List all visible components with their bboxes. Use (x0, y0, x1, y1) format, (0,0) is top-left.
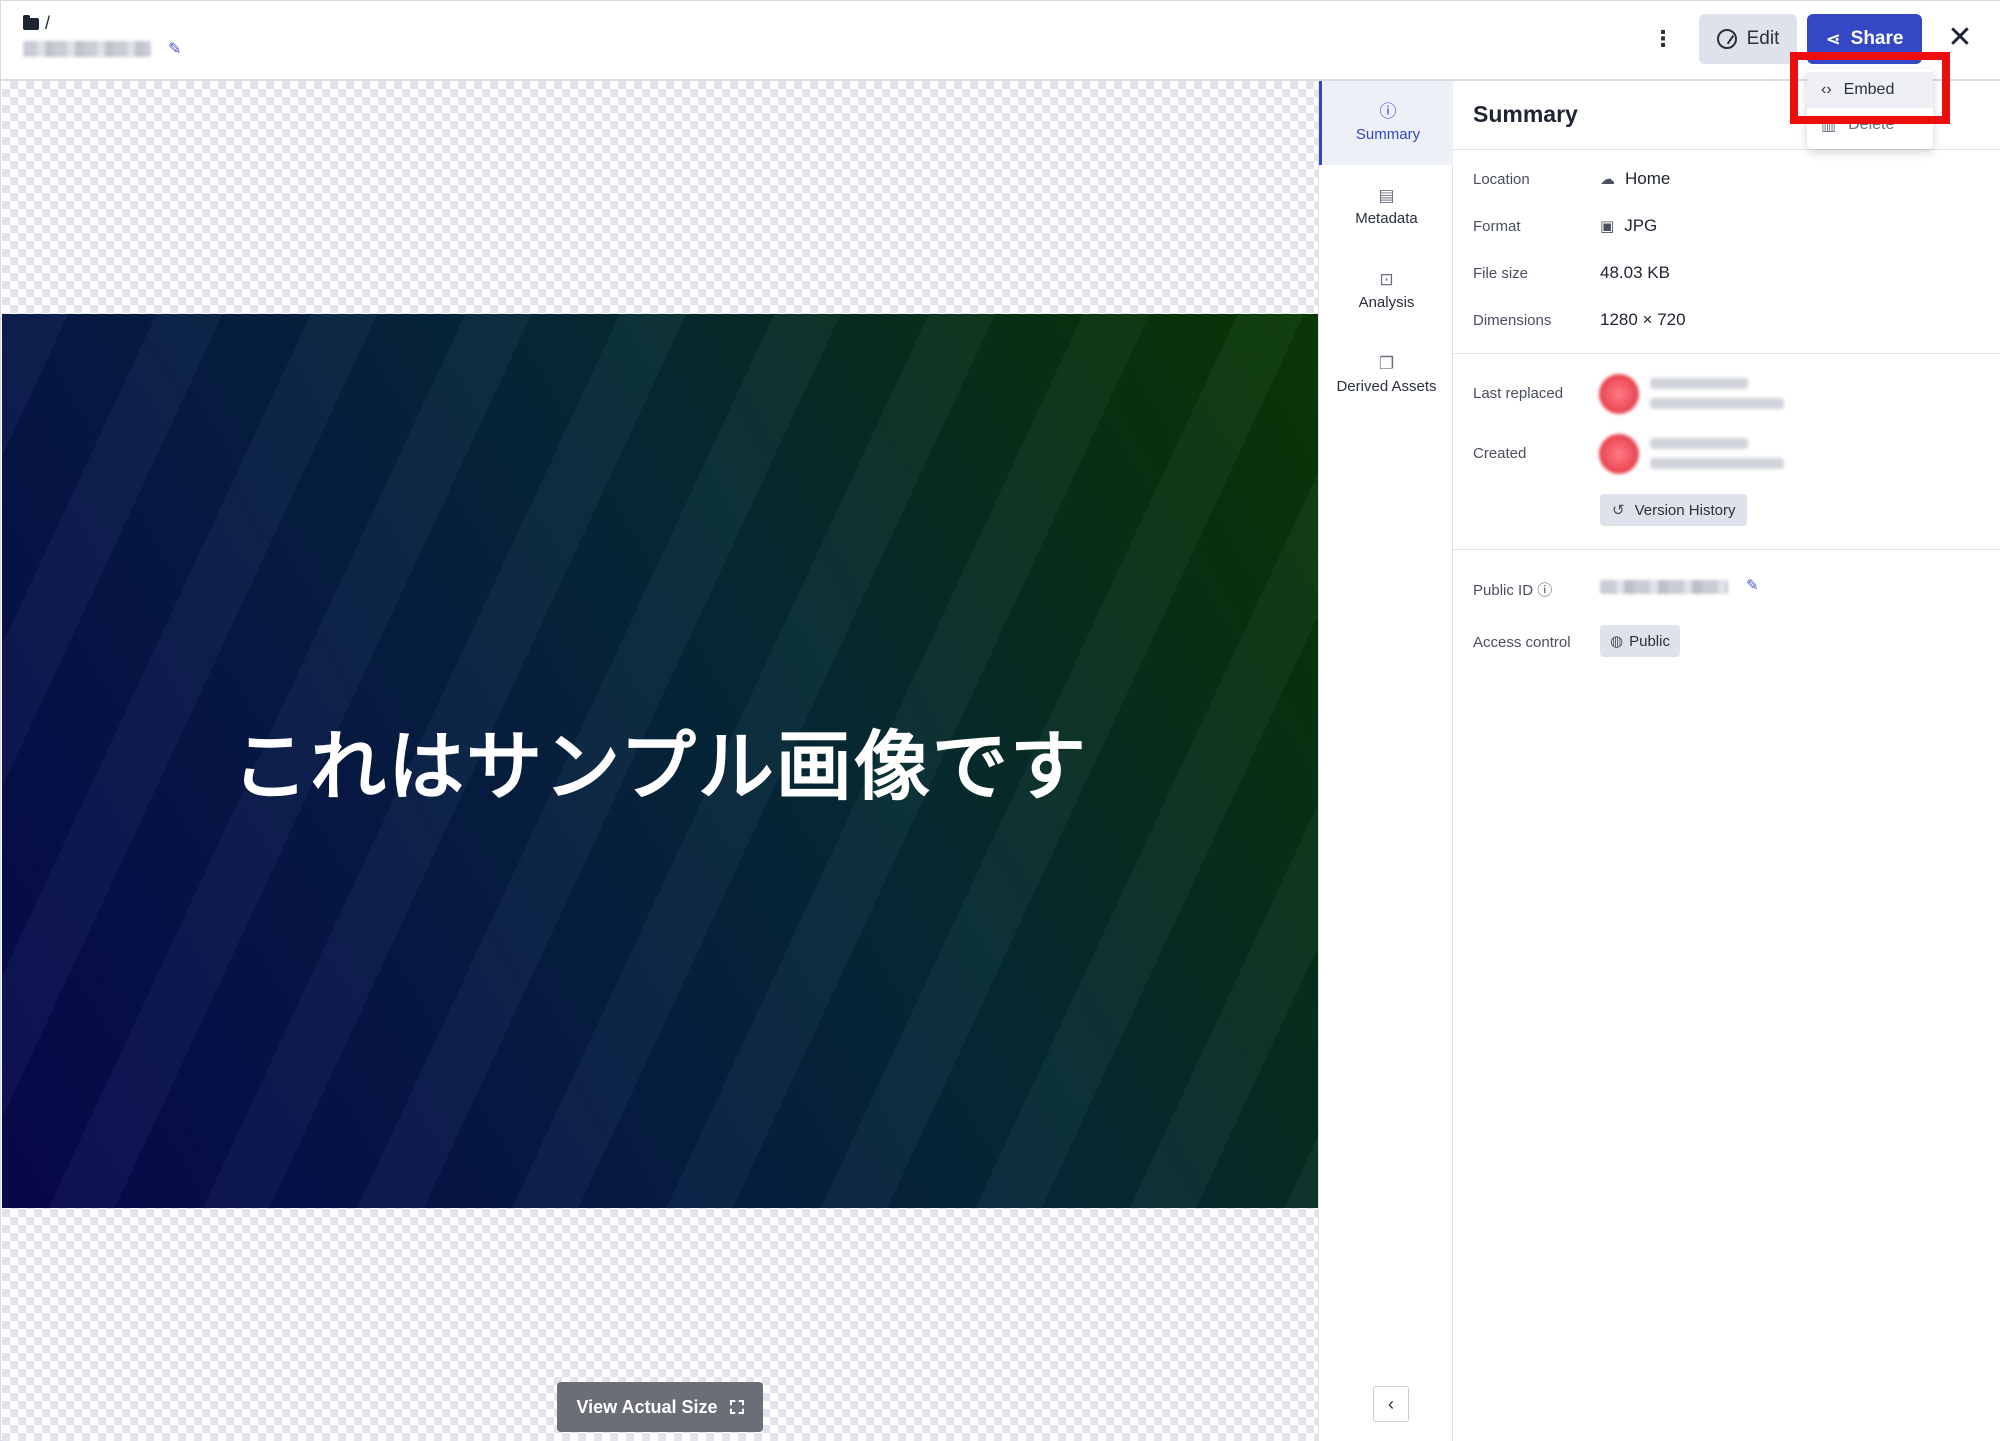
divider (1453, 353, 2000, 354)
image-file-icon: ▣ (1600, 218, 1615, 235)
last-replaced-label: Last replaced (1473, 385, 1564, 402)
close-icon: ✕ (1947, 20, 1973, 54)
preview-area: これはサンプル画像です View Actual Size (2, 81, 1318, 1441)
format-label: Format (1473, 218, 1521, 235)
asset-viewer: / ✎ ⋮ Edit ⋖ Share ✕ ‹› Embed ▥ Delete こ… (0, 0, 2000, 1441)
kebab-icon: ⋮ (1652, 26, 1674, 51)
tab-summary[interactable]: ⓘ Summary (1319, 81, 1454, 165)
header: / ✎ ⋮ Edit ⋖ Share ✕ (1, 1, 2000, 81)
history-icon: ↺ (1612, 502, 1625, 519)
edit-button[interactable]: Edit (1699, 14, 1797, 64)
tab-analysis[interactable]: ⊡ Analysis (1319, 249, 1454, 333)
public-id-redacted (1600, 580, 1728, 594)
share-icon: ⋖ (1825, 28, 1841, 49)
public-id-label: Public ID ⓘ (1473, 579, 1552, 600)
location-text: Home (1625, 169, 1671, 188)
file-size-text: 48.03 KB (1600, 263, 1670, 282)
version-history-label: Version History (1634, 501, 1736, 519)
redacted-user-name (1650, 378, 1748, 389)
panel-title: Summary (1473, 101, 1578, 127)
tab-label: Derived Assets (1336, 378, 1437, 395)
expand-icon (729, 1400, 744, 1414)
version-history-button[interactable]: ↺ Version History (1600, 494, 1748, 526)
dimensions-text: 1280 × 720 (1600, 310, 1686, 329)
tab-label: Analysis (1358, 294, 1415, 311)
highlight-box (1790, 52, 1950, 124)
dimensions-value: 1280 × 720 (1600, 310, 1686, 330)
avatar (1599, 374, 1639, 414)
folder-icon (23, 14, 39, 30)
pencil-icon[interactable]: ✎ (168, 39, 181, 59)
tab-label: Summary (1355, 126, 1421, 143)
dimensions-label: Dimensions (1473, 312, 1552, 329)
close-button[interactable]: ✕ (1943, 19, 1977, 55)
image-caption: これはサンプル画像です (232, 722, 1088, 811)
redacted-timestamp (1650, 398, 1784, 409)
access-control-label: Access control (1473, 634, 1571, 651)
redacted-user-name (1650, 438, 1748, 449)
location-value: ☁ Home (1600, 169, 1670, 189)
globe-icon: ◍ (1610, 633, 1624, 650)
tab-derived-assets[interactable]: ❐ Derived Assets (1319, 333, 1454, 417)
edit-button-label: Edit (1746, 28, 1780, 49)
divider (1453, 549, 2000, 550)
avatar (1599, 434, 1639, 474)
tab-label: Metadata (1355, 210, 1418, 227)
collapse-panel-button[interactable]: ‹ (1373, 1386, 1409, 1422)
redacted-timestamp (1650, 458, 1784, 469)
chevron-left-icon: ‹ (1388, 1393, 1394, 1414)
cloud-icon: ☁ (1600, 171, 1615, 188)
info-icon[interactable]: ⓘ (1537, 582, 1552, 599)
location-label: Location (1473, 171, 1530, 188)
breadcrumb[interactable]: / (23, 13, 50, 34)
more-options-button[interactable]: ⋮ (1649, 23, 1677, 55)
image-preview[interactable]: これはサンプル画像です (2, 314, 1318, 1208)
summary-panel: Summary Location ☁ Home Format ▣ JPG Fil… (1453, 81, 2000, 1441)
public-id-text: Public ID (1473, 582, 1534, 599)
tab-metadata[interactable]: ▤ Metadata (1319, 165, 1454, 249)
access-control-value: Public (1629, 632, 1670, 650)
file-size-value: 48.03 KB (1600, 263, 1670, 283)
divider (1453, 149, 2000, 150)
share-button-label: Share (1850, 28, 1904, 49)
pencil-icon[interactable]: ✎ (1746, 576, 1759, 594)
created-label: Created (1473, 445, 1527, 462)
document-icon: ▤ (1378, 186, 1395, 205)
breadcrumb-separator: / (45, 13, 51, 33)
view-actual-size-label: View Actual Size (576, 1396, 718, 1417)
file-size-label: File size (1473, 265, 1529, 282)
asset-name-redacted (23, 41, 151, 57)
format-value: ▣ JPG (1600, 216, 1657, 236)
analysis-icon: ⊡ (1379, 270, 1394, 289)
format-text: JPG (1624, 216, 1658, 235)
layers-icon: ❐ (1378, 354, 1395, 373)
access-control-button[interactable]: ◍ Public (1600, 625, 1680, 657)
edit-icon (1716, 29, 1737, 49)
view-actual-size-button[interactable]: View Actual Size (557, 1382, 763, 1432)
sidebar-tabs: ⓘ Summary ▤ Metadata ⊡ Analysis ❐ Derive… (1318, 81, 1454, 1441)
info-icon: ⓘ (1379, 102, 1397, 121)
